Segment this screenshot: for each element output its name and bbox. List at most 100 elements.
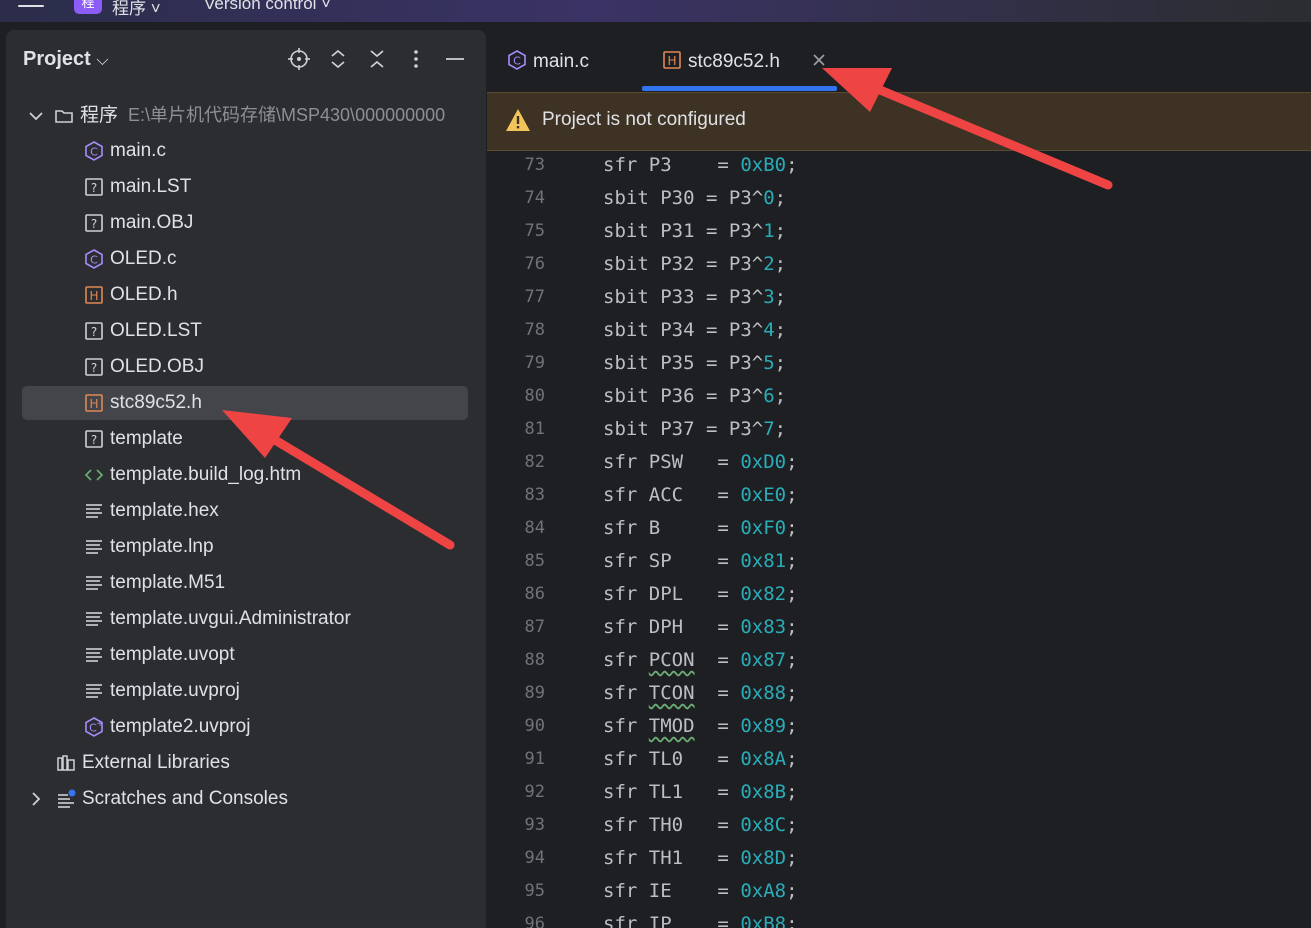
code-text: sfr IP = 0xB8; (603, 908, 798, 928)
close-tab-icon[interactable] (809, 50, 829, 70)
code-identifier: TH1 (648, 847, 695, 869)
tab-main-c[interactable]: Cmain.c (507, 48, 589, 76)
code-number: 0x8A (740, 748, 787, 770)
tree-file-name: main.OBJ (110, 212, 194, 233)
tree-file-name: template2.uvproj (110, 716, 251, 737)
code-keyword: sfr (603, 583, 638, 605)
code-base: P3^ (728, 253, 764, 275)
code-line: 84 sfr B = 0xF0; (487, 512, 1311, 545)
text-file-icon (84, 571, 104, 591)
tree-file-item[interactable]: template.M51 (84, 566, 225, 600)
code-editor[interactable]: 73 sfr P3 = 0xB0; 74 sbit P30 = P3^0; 75 sbit… (487, 149, 1311, 928)
root-folder-name: 程序 (80, 105, 119, 126)
line-number: 79 (524, 353, 545, 373)
svg-text:?: ? (91, 433, 97, 447)
code-text: sbit P31 = P3^1; (603, 220, 787, 242)
svg-text:H: H (89, 289, 98, 303)
text-file-icon (84, 535, 104, 555)
tree-file-item[interactable]: ? main.OBJ (84, 206, 193, 240)
tree-file-item[interactable]: template.uvproj (84, 674, 240, 708)
tree-file-item[interactable]: Cmain.c (84, 134, 166, 168)
svg-text:?: ? (91, 361, 97, 375)
tree-root-folder[interactable]: 程序 E:\单片机代码存储\MSP430\000000000 (26, 98, 445, 132)
tree-file-name: template.lnp (110, 536, 214, 557)
tree-scratches-consoles[interactable]: Scratches and Consoles (26, 782, 288, 816)
unknown-file-icon: ? (84, 211, 104, 232)
hide-panel-icon[interactable] (442, 48, 468, 74)
tab-label: stc89c52.h (688, 51, 780, 72)
line-number: 93 (524, 815, 545, 835)
tree-file-item[interactable]: template.hex (84, 494, 219, 528)
active-tab-indicator (642, 86, 837, 91)
code-identifier: P33 (660, 286, 695, 308)
code-line: 78 sbit P34 = P3^4; (487, 314, 1311, 347)
version-control-label: Version control (204, 0, 317, 13)
line-number: 85 (524, 551, 545, 571)
project-name: 程序 (112, 0, 146, 18)
code-identifier: IP (648, 913, 695, 928)
code-base: P3^ (728, 187, 764, 209)
tree-external-libraries[interactable]: External Libraries (56, 746, 230, 780)
project-view-selector[interactable]: Project ⌵ (23, 48, 109, 71)
tree-file-name: main.c (110, 140, 166, 161)
tree-file-item[interactable]: H OLED.h (84, 278, 178, 312)
code-keyword: sfr (603, 154, 638, 176)
code-text: sbit P36 = P3^6; (603, 385, 787, 407)
code-text: sbit P30 = P3^0; (603, 187, 787, 209)
code-identifier: IE (648, 880, 695, 902)
tree-file-item[interactable]: ? OLED.LST (84, 314, 202, 348)
line-number: 86 (524, 584, 545, 604)
code-keyword: sbit (603, 286, 649, 308)
chevron-right-icon[interactable] (26, 787, 42, 807)
expand-all-icon[interactable] (325, 48, 351, 74)
project-badge-icon[interactable]: 程 (74, 0, 102, 14)
tree-file-item[interactable]: C OLED.c (84, 242, 177, 276)
svg-text:C: C (90, 253, 98, 266)
tree-file-item[interactable]: template.build_log.htm (84, 458, 301, 492)
chevron-down-icon[interactable] (26, 104, 43, 124)
locate-file-icon[interactable] (286, 48, 312, 74)
editor-tabs: Cmain.c Hstc89c52.h (487, 30, 1311, 92)
code-text: sfr TL1 = 0x8B; (603, 781, 798, 803)
svg-text:?: ? (91, 181, 97, 195)
code-number: 5 (763, 352, 775, 374)
project-switcher[interactable]: 程序 ˅ (112, 0, 161, 19)
line-number: 74 (524, 188, 545, 208)
code-number: 0xF0 (740, 517, 787, 539)
external-libraries-label: External Libraries (82, 752, 230, 773)
scratches-label: Scratches and Consoles (82, 788, 288, 809)
code-text: sfr B = 0xF0; (603, 517, 798, 539)
tree-file-item[interactable]: ? template (84, 422, 183, 456)
tree-file-item[interactable]: template.uvgui.Administrator (84, 602, 351, 636)
line-number: 80 (524, 386, 545, 406)
tree-file-item[interactable]: template.lnp (84, 530, 214, 564)
tree-file-item[interactable]: Hstc89c52.h (22, 386, 468, 420)
code-text: sfr PSW = 0xD0; (603, 451, 798, 473)
code-base: P3^ (728, 286, 764, 308)
main-menu-icon[interactable] (18, 0, 44, 10)
code-base: P3^ (728, 418, 764, 440)
code-line: 90 sfr TMOD = 0x89; (487, 710, 1311, 743)
tab-stc89c52-h[interactable]: Hstc89c52.h (662, 48, 780, 76)
tree-file-name: template.M51 (110, 572, 226, 593)
tree-file-item[interactable]: C + template2.uvproj (84, 710, 250, 744)
code-text: sbit P33 = P3^3; (603, 286, 787, 308)
line-number: 88 (524, 650, 545, 670)
collapse-all-icon[interactable] (364, 48, 390, 74)
line-number: 92 (524, 782, 545, 802)
text-file-icon (84, 643, 104, 663)
tree-file-item[interactable]: ? OLED.OBJ (84, 350, 204, 384)
code-number: 0x89 (740, 715, 787, 737)
code-number: 0 (763, 187, 775, 209)
code-keyword: sfr (603, 451, 638, 473)
code-base: P3^ (728, 385, 764, 407)
tree-file-item[interactable]: template.uvopt (84, 638, 235, 672)
code-line: 80 sbit P36 = P3^6; (487, 380, 1311, 413)
text-file-icon (84, 679, 104, 699)
code-identifier: TH0 (648, 814, 695, 836)
tree-file-item[interactable]: ? main.LST (84, 170, 191, 204)
more-options-icon[interactable] (403, 48, 429, 74)
tree-file-name: template.hex (110, 500, 219, 521)
version-control-menu[interactable]: Version control ˅ (204, 0, 331, 14)
svg-text:C: C (90, 145, 98, 158)
